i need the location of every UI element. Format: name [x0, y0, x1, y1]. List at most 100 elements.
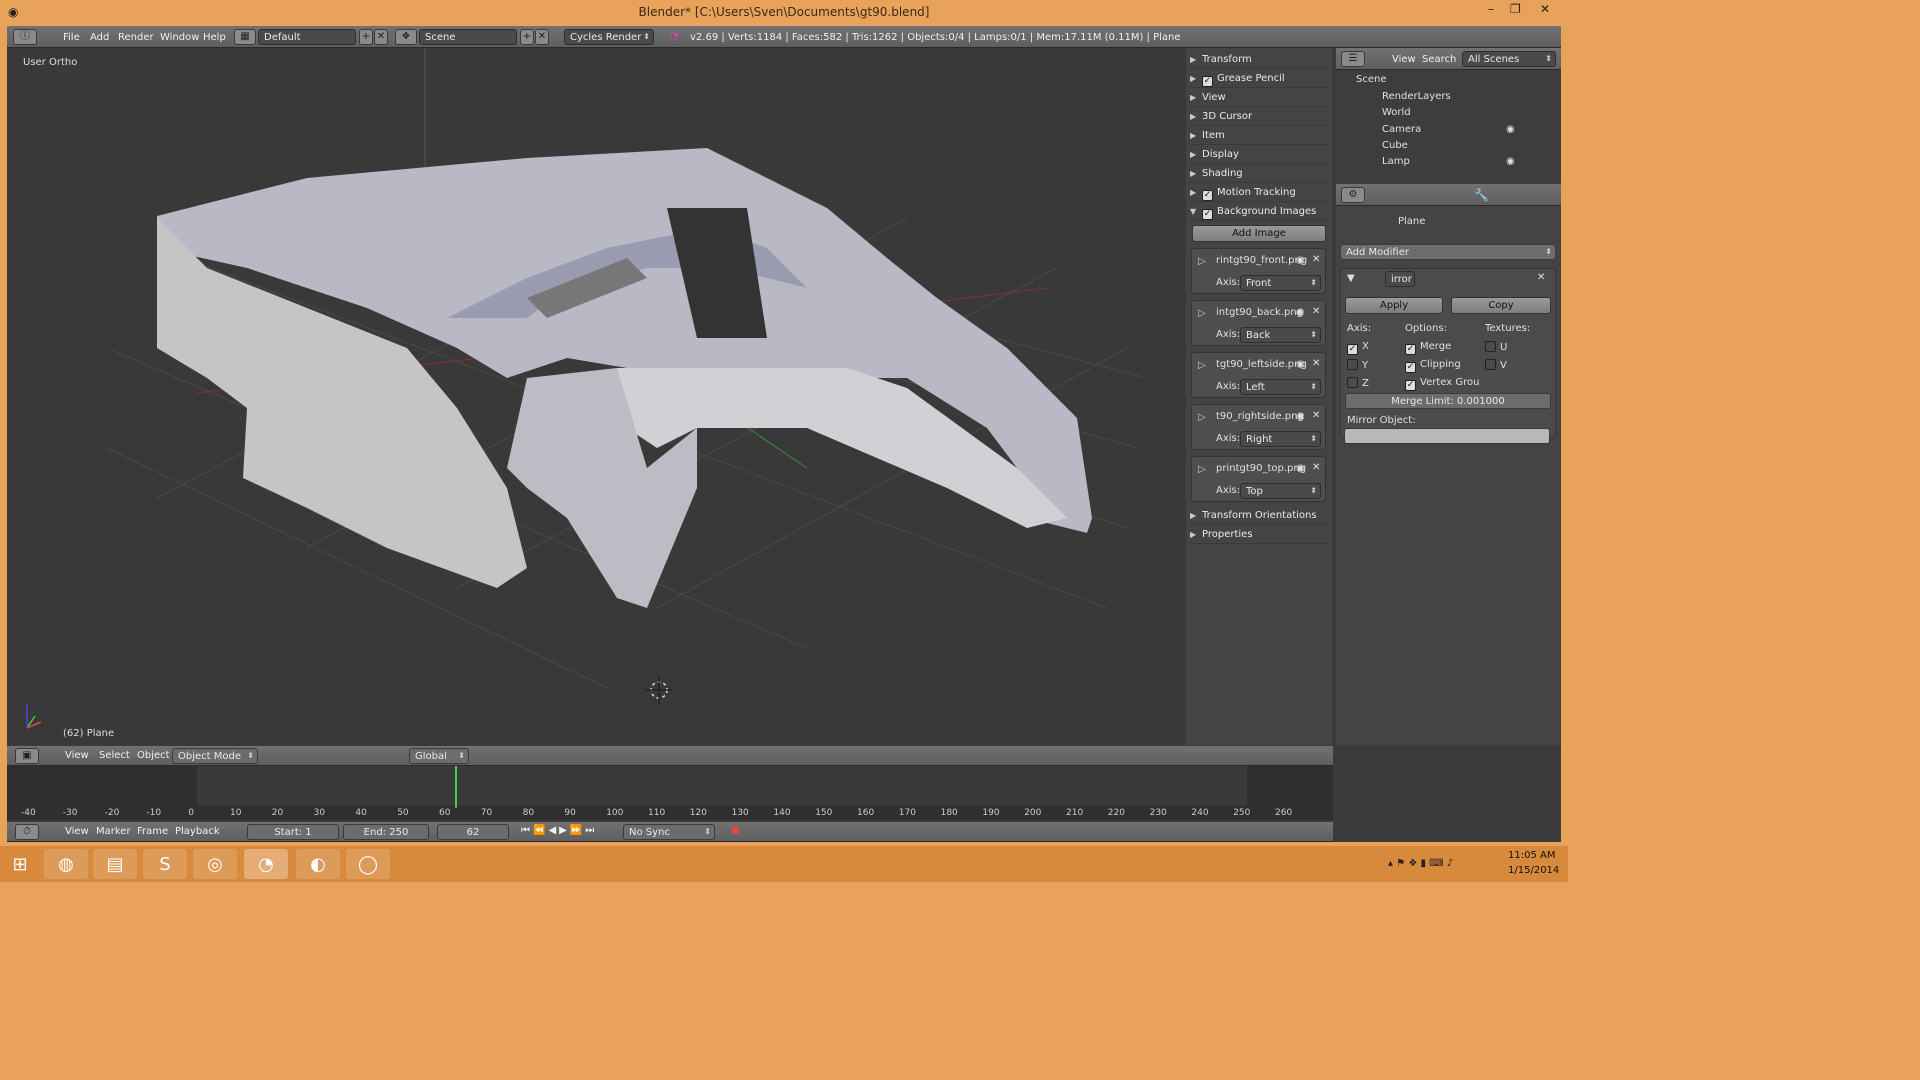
skype-icon[interactable]: S [143, 849, 187, 879]
axis-select[interactable]: Right [1240, 431, 1321, 447]
eye-icon[interactable]: ◉ [1296, 307, 1305, 318]
outliner-search-menu[interactable]: Search [1422, 54, 1456, 65]
menu-select[interactable]: Select [99, 750, 130, 761]
panel-background-images[interactable]: ▼ ✓ Background Images [1190, 203, 1328, 221]
axis-select[interactable]: Left [1240, 379, 1321, 395]
panel-view[interactable]: ▶ View [1190, 89, 1328, 107]
remove-icon[interactable]: ✕ [1312, 306, 1320, 317]
close-icon[interactable]: ✕ [1540, 2, 1550, 16]
menu-help[interactable]: Help [203, 32, 226, 43]
add-modifier-select[interactable]: Add Modifier [1340, 244, 1556, 260]
mirror-object-field[interactable] [1344, 428, 1550, 444]
remove-icon[interactable]: ✕ [1312, 410, 1320, 421]
layout-remove-icon[interactable]: ✕ [374, 29, 388, 45]
texture-u-checkbox[interactable]: U [1485, 341, 1507, 353]
outliner-filter-select[interactable]: All Scenes [1462, 51, 1556, 67]
render-engine-select[interactable]: Cycles Render [564, 29, 654, 45]
3d-view-editor-icon[interactable]: ▣ [15, 748, 39, 764]
apply-button[interactable]: Apply [1345, 297, 1443, 314]
remove-icon[interactable]: ✕ [1312, 254, 1320, 265]
panel-grease-pencil[interactable]: ▶ ✓ Grease Pencil [1190, 70, 1328, 88]
expand-icon[interactable]: ▷ [1198, 256, 1206, 267]
eye-icon[interactable]: ◉ [1506, 124, 1515, 135]
scene-field[interactable]: Scene [419, 29, 517, 45]
expand-icon[interactable]: ▷ [1198, 308, 1206, 319]
panel-motion-tracking[interactable]: ▶ ✓ Motion Tracking [1190, 184, 1328, 202]
maximize-icon[interactable]: ❐ [1510, 2, 1521, 16]
remove-icon[interactable]: ✕ [1312, 462, 1320, 473]
timeline-marker-menu[interactable]: Marker [96, 826, 131, 837]
start-button-icon[interactable]: ⊞ [2, 849, 38, 879]
blender-taskbar-icon[interactable]: ◔ [244, 849, 288, 879]
outliner-item-cube[interactable]: Cube [1382, 140, 1408, 151]
remove-modifier-icon[interactable]: ✕ [1537, 272, 1545, 283]
menu-view[interactable]: View [65, 750, 89, 761]
vertex-group-checkbox[interactable]: ✓ Vertex Grou [1405, 377, 1479, 391]
scene-remove-icon[interactable]: ✕ [535, 29, 549, 45]
collapse-icon[interactable]: ▼ [1347, 273, 1355, 284]
current-frame-field[interactable]: 62 [437, 824, 509, 840]
panel-display[interactable]: ▶ Display [1190, 146, 1328, 164]
viewport-canvas[interactable] [7, 48, 1185, 745]
eye-icon[interactable]: ◉ [1506, 156, 1515, 167]
axis-select[interactable]: Front [1240, 275, 1321, 291]
outliner-item-world[interactable]: World [1382, 107, 1411, 118]
eye-icon[interactable]: ◉ [1296, 359, 1305, 370]
outliner-view-menu[interactable]: View [1392, 54, 1416, 65]
modifier-tab-icon[interactable]: 🔧 [1474, 188, 1489, 202]
start-frame-field[interactable]: Start: 1 [247, 824, 339, 840]
eye-icon[interactable]: ◉ [1296, 255, 1305, 266]
layout-field[interactable]: Default [258, 29, 356, 45]
file-explorer-icon[interactable]: ▤ [93, 849, 137, 879]
add-image-button[interactable]: Add Image [1192, 225, 1326, 242]
grease-pencil-checkbox[interactable]: ✓ [1202, 76, 1213, 87]
scene-add-icon[interactable]: + [520, 29, 534, 45]
background-images-checkbox[interactable]: ✓ [1202, 209, 1213, 220]
axis-x-checkbox[interactable]: ✓ X [1347, 341, 1369, 355]
orientation-select[interactable]: Global [409, 748, 469, 764]
clipping-checkbox[interactable]: ✓ Clipping [1405, 359, 1461, 373]
expand-icon[interactable]: ▷ [1198, 412, 1206, 423]
eye-icon[interactable]: ◉ [1296, 411, 1305, 422]
sync-select[interactable]: No Sync [623, 824, 715, 840]
panel-item[interactable]: ▶ Item [1190, 127, 1328, 145]
texture-v-checkbox[interactable]: V [1485, 359, 1507, 371]
timeline-frame-menu[interactable]: Frame [137, 826, 168, 837]
merge-limit-slider[interactable]: Merge Limit: 0.001000 [1345, 393, 1551, 409]
axis-y-checkbox[interactable]: Y [1347, 359, 1368, 371]
expand-icon[interactable]: ▷ [1198, 360, 1206, 371]
menu-window[interactable]: Window [160, 32, 199, 43]
modifier-name-field[interactable]: irror [1385, 271, 1415, 287]
menu-add[interactable]: Add [90, 32, 109, 43]
playback-controls[interactable]: ⏮⏪◀▶⏩⏭ [521, 825, 597, 836]
eye-icon[interactable]: ◉ [1296, 463, 1305, 474]
3d-viewport[interactable]: User Ortho (62) Plane [7, 48, 1185, 745]
app-icon[interactable]: ◐ [296, 849, 340, 879]
outliner-item-camera[interactable]: Camera [1382, 124, 1421, 135]
timeline[interactable]: -40 -30 -20 -10 0 10 20 30 40 50 60 70 80 90 100 110 120… [7, 766, 1333, 820]
panel-transform[interactable]: ▶ Transform [1190, 51, 1328, 69]
menu-render[interactable]: Render [118, 32, 154, 43]
layout-add-icon[interactable]: + [359, 29, 373, 45]
timeline-playback-menu[interactable]: Playback [175, 826, 220, 837]
outliner-editor-icon[interactable]: ☰ [1341, 51, 1365, 67]
outliner-item-lamp[interactable]: Lamp [1382, 156, 1410, 167]
steam-icon[interactable]: ◎ [193, 849, 237, 879]
panel-3d-cursor[interactable]: ▶ 3D Cursor [1190, 108, 1328, 126]
app2-icon[interactable]: ◯ [346, 849, 390, 879]
mode-select[interactable]: Object Mode [172, 748, 258, 764]
timeline-view-menu[interactable]: View [65, 826, 89, 837]
properties-editor-icon[interactable]: ⚙ [1341, 187, 1365, 203]
merge-checkbox[interactable]: ✓ Merge [1405, 341, 1451, 355]
axis-select[interactable]: Top [1240, 483, 1321, 499]
clock-date[interactable]: 1/15/2014 [1508, 865, 1559, 876]
record-icon[interactable]: ● [731, 825, 740, 836]
axis-z-checkbox[interactable]: Z [1347, 377, 1369, 389]
outliner-item-renderlayers[interactable]: RenderLayers [1382, 91, 1451, 102]
panel-transform-orientations[interactable]: ▶ Transform Orientations [1190, 507, 1328, 525]
chrome-icon[interactable]: ◍ [44, 849, 88, 879]
panel-shading[interactable]: ▶ Shading [1190, 165, 1328, 183]
panel-properties[interactable]: ▶ Properties [1190, 526, 1328, 544]
timeline-editor-icon[interactable]: ⏱ [15, 824, 39, 840]
scene-icon[interactable]: ❖ [395, 29, 417, 45]
